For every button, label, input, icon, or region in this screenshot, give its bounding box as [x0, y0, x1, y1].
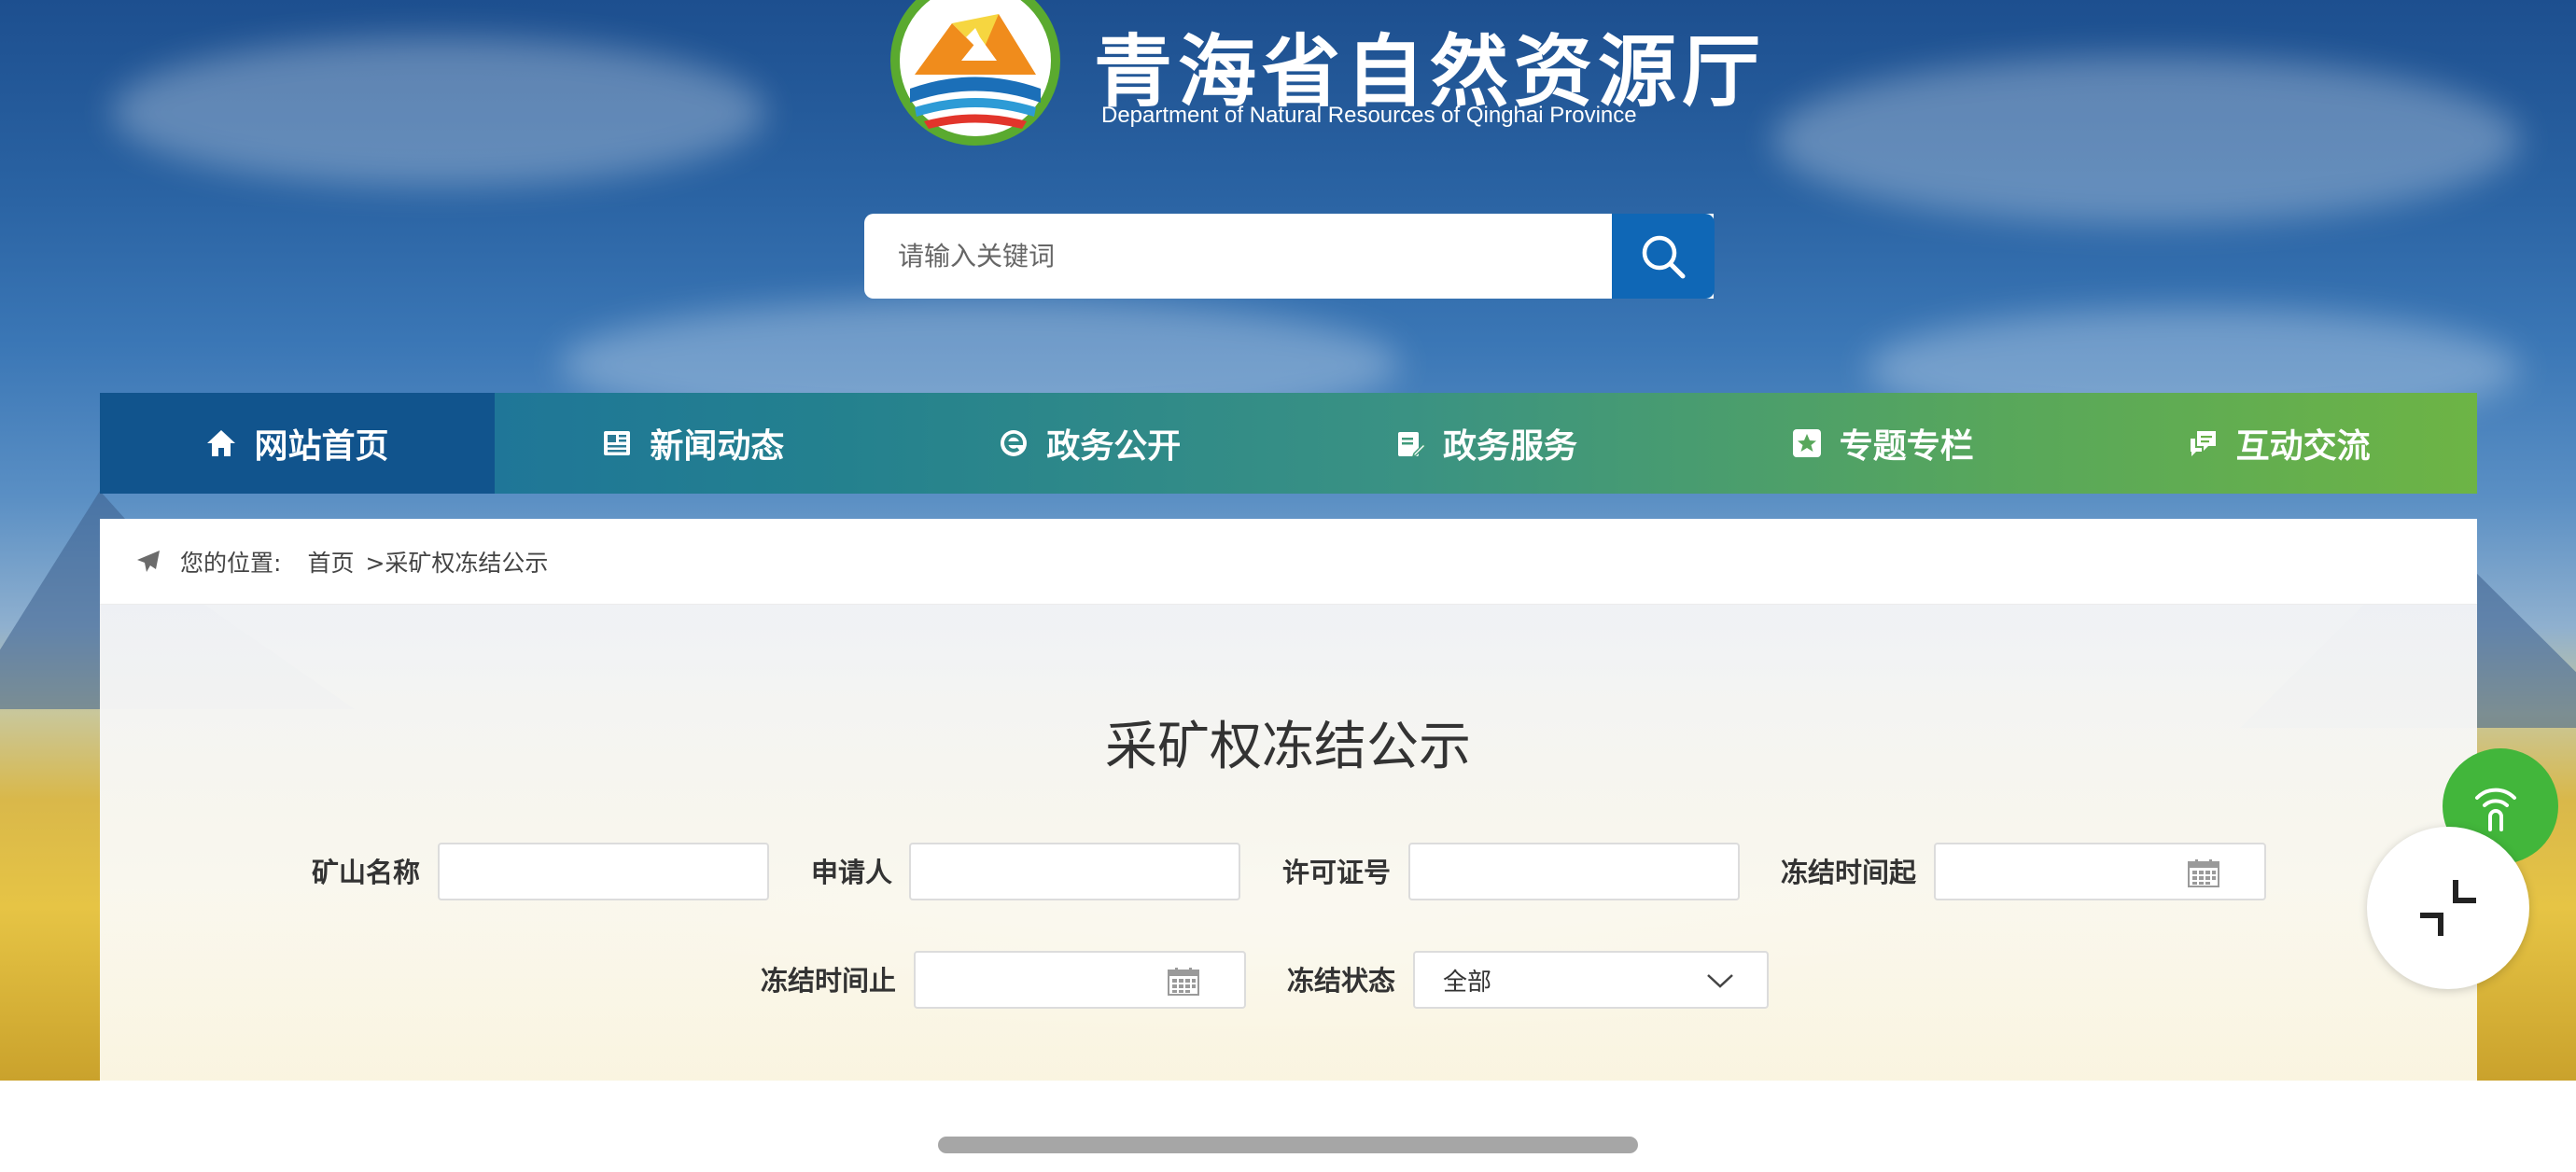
nav-item-label: 专题专栏 — [1839, 427, 1974, 466]
applicant-label: 申请人 — [811, 857, 893, 888]
nav-item-government-services[interactable]: 政务服务 — [1288, 393, 1685, 494]
horizontal-scrollbar[interactable] — [938, 1137, 1638, 1153]
freeze-status-value: 全部 — [1443, 968, 1492, 997]
page-title: 采矿权冻结公示 — [1105, 717, 1471, 777]
nav-item-home[interactable]: 网站首页 — [100, 393, 495, 494]
search-input[interactable] — [864, 214, 1714, 299]
breadcrumb: 您的位置: 首页 >采矿权冻结公示 — [100, 519, 2477, 605]
freeze-end-label: 冻结时间止 — [761, 965, 897, 997]
clipboard-edit-icon — [1394, 427, 1426, 459]
nav-item-government-affairs[interactable]: 政务公开 — [891, 393, 1288, 494]
search-box — [864, 214, 1714, 299]
star-square-icon — [1791, 427, 1823, 459]
mine-name-label: 矿山名称 — [312, 857, 421, 888]
breadcrumb-prefix: 您的位置: — [180, 549, 282, 577]
calendar-icon[interactable] — [1168, 968, 1199, 996]
license-number-label: 许可证号 — [1282, 857, 1392, 888]
nav-item-label: 政务服务 — [1442, 427, 1577, 466]
freeze-start-date-input[interactable] — [1934, 843, 2266, 900]
nav-item-interaction[interactable]: 互动交流 — [2080, 393, 2477, 494]
site-subtitle: Department of Natural Resources of Qingh… — [1101, 103, 1637, 128]
calendar-icon[interactable] — [2188, 859, 2219, 887]
nav-item-news[interactable]: 新闻动态 — [495, 393, 891, 494]
nav-item-label: 新闻动态 — [650, 427, 785, 466]
paper-plane-icon — [137, 550, 160, 572]
nav-item-label: 政务公开 — [1046, 427, 1182, 466]
breadcrumb-home-link[interactable]: 首页 — [307, 545, 354, 579]
nav-item-label: 互动交流 — [2235, 427, 2371, 466]
chat-bubbles-icon — [2188, 427, 2219, 459]
collapse-button[interactable] — [2367, 827, 2529, 989]
applicant-input[interactable] — [909, 843, 1240, 900]
main-nav: 网站首页 新闻动态 政务公开 政务服务 专题专栏 互动交流 — [100, 393, 2477, 494]
shrink-icon — [2420, 880, 2476, 936]
search-icon — [1642, 235, 1686, 278]
signal-icon — [2475, 788, 2516, 831]
mine-name-input[interactable] — [438, 843, 769, 900]
home-icon — [205, 427, 237, 459]
newspaper-icon — [601, 427, 633, 459]
freeze-end-date-input[interactable] — [914, 951, 1246, 1009]
freeze-start-label: 冻结时间起 — [1781, 857, 1917, 888]
breadcrumb-current: >采矿权冻结公示 — [365, 549, 549, 577]
nav-item-label: 网站首页 — [254, 427, 389, 466]
browser-e-icon — [998, 427, 1029, 459]
license-number-input[interactable] — [1408, 843, 1740, 900]
freeze-status-label: 冻结状态 — [1287, 965, 1396, 997]
department-logo — [890, 0, 1060, 146]
nav-item-special-topics[interactable]: 专题专栏 — [1684, 393, 2080, 494]
chevron-down-icon — [1707, 974, 1733, 988]
search-button[interactable] — [1612, 214, 1715, 299]
freeze-status-select[interactable]: 全部 — [1413, 951, 1769, 1009]
